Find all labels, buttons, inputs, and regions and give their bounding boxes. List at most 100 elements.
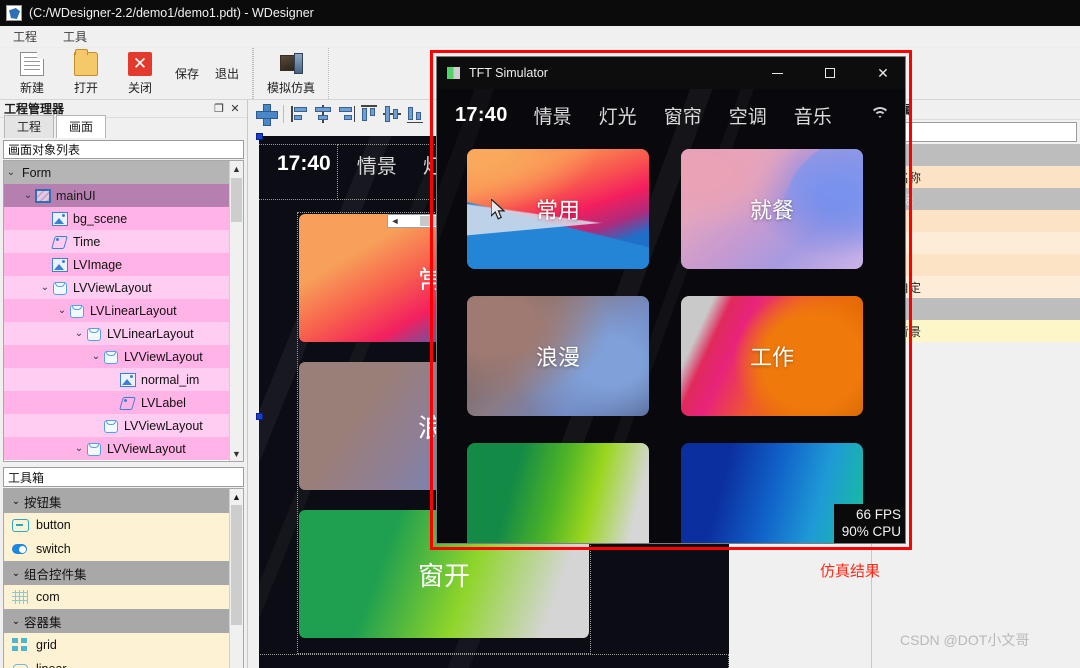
simulator-window[interactable]: TFT Simulator ✕ 17:40 情景 灯光 窗帘 空调 音乐 常用 … — [436, 56, 906, 544]
align-right-icon[interactable] — [336, 104, 356, 124]
close-window-button[interactable]: ✕ — [861, 58, 905, 89]
scroll-down-icon[interactable]: ▼ — [230, 446, 243, 461]
chevron-down-icon[interactable]: ⌄ — [4, 167, 18, 178]
new-button[interactable]: 新建 — [6, 50, 58, 98]
tree-item-Form[interactable]: ⌄ Form — [4, 161, 243, 184]
toolbox-item-label: switch — [36, 542, 71, 556]
menu-bar: 工程 工具 — [0, 26, 1080, 48]
close-button[interactable]: ✕ 关闭 — [114, 50, 166, 98]
tab-project[interactable]: 工程 — [4, 115, 55, 138]
tree-item-LVViewLayout[interactable]: ⌄ LVViewLayout — [4, 437, 243, 460]
sim-card-langman[interactable]: 浪漫 — [467, 296, 649, 416]
nav-item-curtain[interactable]: 窗帘 — [664, 102, 702, 129]
tree-item-bg_scene[interactable]: bg_scene — [4, 207, 243, 230]
toolbox-item-grid[interactable]: grid — [4, 633, 243, 657]
image-icon — [52, 211, 68, 226]
tree-item-label: LVViewLayout — [124, 418, 203, 433]
ribbon-group-simulate: 模拟仿真 — [253, 48, 329, 99]
scroll-left-icon[interactable]: ◄ — [388, 216, 402, 226]
selection-handle-ml[interactable] — [256, 413, 263, 420]
hatch-icon — [35, 188, 51, 203]
chevron-down-icon[interactable]: ⌄ — [21, 190, 35, 201]
tree-item-label: LVViewLayout — [73, 280, 152, 295]
tree-item-label: bg_scene — [73, 211, 128, 226]
minimize-button[interactable] — [755, 58, 799, 89]
toolbox-group-容器集[interactable]: ⌄ 容器集 — [4, 609, 243, 633]
toolbox-list-wrapper: ⌄按钮集buttonswitch⌄组合控件集com⌄容器集gridlinear … — [3, 488, 244, 668]
toolbox-group-按钮集[interactable]: ⌄ 按钮集 — [4, 489, 243, 513]
chevron-down-icon[interactable]: ⌄ — [38, 282, 52, 293]
nav-item-scene[interactable]: 情景 — [534, 102, 572, 129]
tree-item-label: Time — [73, 234, 101, 249]
restore-icon[interactable]: ❐ — [211, 101, 227, 117]
toolbox-group-组合控件集[interactable]: ⌄ 组合控件集 — [4, 561, 243, 585]
align-left-icon[interactable] — [290, 104, 310, 124]
sim-time: 17:40 — [455, 103, 508, 126]
toolbox-scrollbar[interactable]: ▲ — [229, 489, 243, 668]
simulator-screen[interactable]: 17:40 情景 灯光 窗帘 空调 音乐 常用 就餐 浪漫 工作 66 FPS … — [437, 89, 905, 543]
menu-item-tools[interactable]: 工具 — [60, 27, 90, 46]
toolbox-scroll-up-icon[interactable]: ▲ — [230, 489, 243, 504]
tree-scroll-thumb[interactable] — [231, 178, 242, 222]
toolbox-item-label: grid — [36, 638, 57, 652]
sim-icon — [447, 67, 460, 79]
sim-card-label: 常用 — [535, 198, 580, 223]
add-icon[interactable] — [255, 103, 278, 126]
align-top-icon[interactable] — [359, 104, 379, 124]
align-center-h-icon[interactable] — [313, 104, 333, 124]
save-button[interactable]: 保存 — [168, 50, 206, 98]
object-tree[interactable]: ⌄ Form ⌄ mainUI bg_scene Time LVImage ⌄ LVViewLa… — [4, 161, 243, 461]
exit-button[interactable]: 退出 — [208, 50, 246, 98]
nav-item-light[interactable]: 灯光 — [599, 102, 637, 129]
toolbox-item-com[interactable]: com — [4, 585, 243, 609]
left-dock: 工程管理器 ❐ ✕ 工程 画面 画面对象列表 ⌄ Form ⌄ mainUI bg_sc… — [0, 100, 248, 668]
tree-item-Time[interactable]: Time — [4, 230, 243, 253]
tab-screen[interactable]: 画面 — [56, 115, 107, 138]
chevron-down-icon[interactable]: ⌄ — [8, 496, 24, 507]
selection-handle-tl[interactable] — [256, 133, 263, 140]
nav-item-ac[interactable]: 空调 — [729, 102, 767, 129]
toolbox-scroll-thumb[interactable] — [231, 505, 242, 625]
chevron-down-icon[interactable]: ⌄ — [8, 568, 24, 579]
box-icon — [103, 350, 119, 364]
sim-card-jiucan[interactable]: 就餐 — [681, 149, 863, 269]
tree-item-LVLinearLayout[interactable]: ⌄ LVLinearLayout — [4, 299, 243, 322]
toolbox-item-button[interactable]: button — [4, 513, 243, 537]
tree-item-LVViewLayout[interactable]: ⌄ LVViewLayout — [4, 345, 243, 368]
close-button-label: 关闭 — [127, 80, 152, 95]
box-icon — [69, 304, 85, 318]
chevron-down-icon[interactable]: ⌄ — [72, 443, 86, 454]
tree-item-LVViewLayout[interactable]: LVViewLayout — [4, 414, 243, 437]
simulate-button[interactable]: 模拟仿真 — [260, 50, 322, 98]
nav-item-music[interactable]: 音乐 — [794, 102, 832, 129]
tag-icon — [120, 396, 136, 410]
chevron-down-icon[interactable]: ⌄ — [55, 305, 69, 316]
tree-item-normal_im[interactable]: normal_im — [4, 368, 243, 391]
tree-item-LVLabel[interactable]: LVLabel — [4, 391, 243, 414]
toolbox-item-switch[interactable]: switch — [4, 537, 243, 561]
chevron-down-icon[interactable]: ⌄ — [72, 328, 86, 339]
window-title-text: (C:/WDesigner-2.2/demo1/demo1.pdt) - WDe… — [29, 6, 314, 20]
toolbox-list[interactable]: ⌄按钮集buttonswitch⌄组合控件集com⌄容器集gridlinear — [4, 489, 243, 668]
sim-card-green[interactable] — [467, 443, 649, 543]
simulator-title-bar: TFT Simulator ✕ — [437, 57, 905, 89]
tree-item-label: LVImage — [73, 257, 123, 272]
toolbox-item-linear[interactable]: linear — [4, 657, 243, 668]
tree-item-mainUI[interactable]: ⌄ mainUI — [4, 184, 243, 207]
chevron-down-icon[interactable]: ⌄ — [89, 351, 103, 362]
sim-card-gongzuo[interactable]: 工作 — [681, 296, 863, 416]
align-bottom-icon[interactable] — [405, 104, 425, 124]
tree-item-LVViewLayout[interactable]: ⌄ LVViewLayout — [4, 276, 243, 299]
tree-item-LVLinearLayout[interactable]: ⌄ LVLinearLayout — [4, 322, 243, 345]
menu-item-project[interactable]: 工程 — [10, 27, 40, 46]
tree-scrollbar[interactable]: ▲ ▼ — [229, 161, 243, 461]
close-icon[interactable]: ✕ — [227, 101, 243, 117]
tree-item-label: LVLabel — [141, 395, 186, 410]
align-center-v-icon[interactable] — [382, 104, 402, 124]
toolbox-group-label: 组合控件集 — [24, 567, 87, 582]
open-button[interactable]: 打开 — [60, 48, 112, 98]
scroll-up-icon[interactable]: ▲ — [230, 161, 243, 176]
tree-item-LVImage[interactable]: LVImage — [4, 253, 243, 276]
maximize-button[interactable] — [808, 58, 852, 89]
chevron-down-icon[interactable]: ⌄ — [8, 616, 24, 627]
